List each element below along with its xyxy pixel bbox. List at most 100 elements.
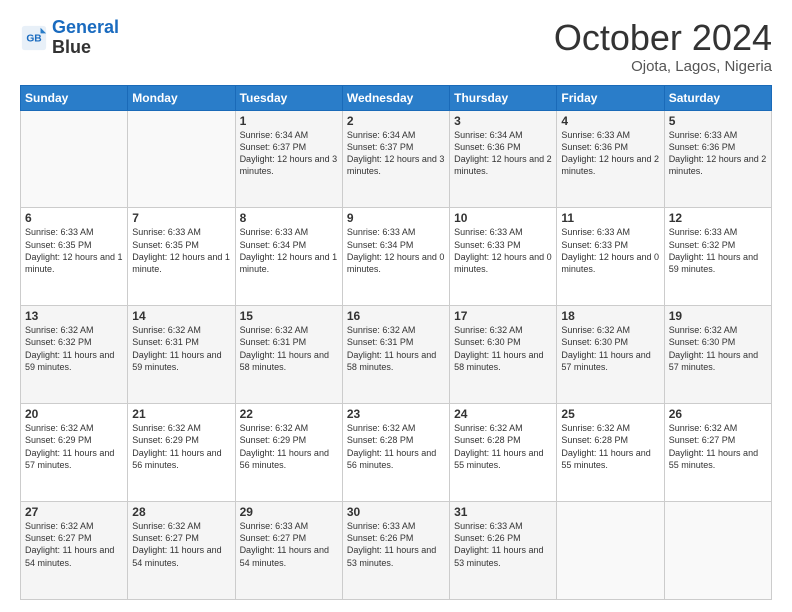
- calendar-cell: 20Sunrise: 6:32 AMSunset: 6:29 PMDayligh…: [21, 404, 128, 502]
- day-info: Sunrise: 6:34 AMSunset: 6:37 PMDaylight:…: [347, 129, 445, 178]
- day-info: Sunrise: 6:32 AMSunset: 6:30 PMDaylight:…: [561, 324, 659, 373]
- svg-text:GB: GB: [26, 34, 41, 45]
- weekday-header-row: SundayMondayTuesdayWednesdayThursdayFrid…: [21, 85, 772, 110]
- logo-icon: GB: [20, 24, 48, 52]
- day-info: Sunrise: 6:33 AMSunset: 6:35 PMDaylight:…: [25, 226, 123, 275]
- day-number: 31: [454, 505, 552, 519]
- calendar-cell: 7Sunrise: 6:33 AMSunset: 6:35 PMDaylight…: [128, 208, 235, 306]
- day-info: Sunrise: 6:32 AMSunset: 6:31 PMDaylight:…: [132, 324, 230, 373]
- logo-line1: General: [52, 17, 119, 37]
- day-info: Sunrise: 6:32 AMSunset: 6:29 PMDaylight:…: [240, 422, 338, 471]
- day-info: Sunrise: 6:32 AMSunset: 6:30 PMDaylight:…: [454, 324, 552, 373]
- month-title: October 2024: [554, 18, 772, 58]
- day-info: Sunrise: 6:34 AMSunset: 6:37 PMDaylight:…: [240, 129, 338, 178]
- day-info: Sunrise: 6:33 AMSunset: 6:33 PMDaylight:…: [561, 226, 659, 275]
- week-row-1: 1Sunrise: 6:34 AMSunset: 6:37 PMDaylight…: [21, 110, 772, 208]
- calendar-cell: [557, 502, 664, 600]
- day-number: 1: [240, 114, 338, 128]
- week-row-4: 20Sunrise: 6:32 AMSunset: 6:29 PMDayligh…: [21, 404, 772, 502]
- day-number: 15: [240, 309, 338, 323]
- calendar-cell: [128, 110, 235, 208]
- weekday-header-tuesday: Tuesday: [235, 85, 342, 110]
- weekday-header-sunday: Sunday: [21, 85, 128, 110]
- weekday-header-wednesday: Wednesday: [342, 85, 449, 110]
- calendar-cell: 27Sunrise: 6:32 AMSunset: 6:27 PMDayligh…: [21, 502, 128, 600]
- calendar-cell: 12Sunrise: 6:33 AMSunset: 6:32 PMDayligh…: [664, 208, 771, 306]
- logo: GB General Blue: [20, 18, 119, 58]
- calendar-cell: 28Sunrise: 6:32 AMSunset: 6:27 PMDayligh…: [128, 502, 235, 600]
- calendar-cell: 26Sunrise: 6:32 AMSunset: 6:27 PMDayligh…: [664, 404, 771, 502]
- calendar-cell: 1Sunrise: 6:34 AMSunset: 6:37 PMDaylight…: [235, 110, 342, 208]
- day-number: 5: [669, 114, 767, 128]
- day-info: Sunrise: 6:33 AMSunset: 6:34 PMDaylight:…: [347, 226, 445, 275]
- day-info: Sunrise: 6:32 AMSunset: 6:27 PMDaylight:…: [669, 422, 767, 471]
- logo-text: General Blue: [52, 18, 119, 58]
- day-number: 10: [454, 211, 552, 225]
- day-number: 7: [132, 211, 230, 225]
- day-info: Sunrise: 6:32 AMSunset: 6:32 PMDaylight:…: [25, 324, 123, 373]
- day-number: 23: [347, 407, 445, 421]
- calendar-cell: 3Sunrise: 6:34 AMSunset: 6:36 PMDaylight…: [450, 110, 557, 208]
- day-number: 6: [25, 211, 123, 225]
- day-number: 26: [669, 407, 767, 421]
- day-info: Sunrise: 6:32 AMSunset: 6:29 PMDaylight:…: [132, 422, 230, 471]
- calendar-cell: 29Sunrise: 6:33 AMSunset: 6:27 PMDayligh…: [235, 502, 342, 600]
- header: GB General Blue October 2024 Ojota, Lago…: [20, 18, 772, 75]
- day-number: 13: [25, 309, 123, 323]
- day-number: 18: [561, 309, 659, 323]
- day-info: Sunrise: 6:33 AMSunset: 6:32 PMDaylight:…: [669, 226, 767, 275]
- day-number: 12: [669, 211, 767, 225]
- calendar-cell: 22Sunrise: 6:32 AMSunset: 6:29 PMDayligh…: [235, 404, 342, 502]
- calendar-cell: 31Sunrise: 6:33 AMSunset: 6:26 PMDayligh…: [450, 502, 557, 600]
- calendar-cell: 10Sunrise: 6:33 AMSunset: 6:33 PMDayligh…: [450, 208, 557, 306]
- day-info: Sunrise: 6:32 AMSunset: 6:28 PMDaylight:…: [454, 422, 552, 471]
- day-number: 17: [454, 309, 552, 323]
- day-number: 16: [347, 309, 445, 323]
- day-number: 9: [347, 211, 445, 225]
- location: Ojota, Lagos, Nigeria: [554, 58, 772, 75]
- calendar-cell: [21, 110, 128, 208]
- calendar-cell: 5Sunrise: 6:33 AMSunset: 6:36 PMDaylight…: [664, 110, 771, 208]
- day-info: Sunrise: 6:33 AMSunset: 6:33 PMDaylight:…: [454, 226, 552, 275]
- day-info: Sunrise: 6:34 AMSunset: 6:36 PMDaylight:…: [454, 129, 552, 178]
- week-row-5: 27Sunrise: 6:32 AMSunset: 6:27 PMDayligh…: [21, 502, 772, 600]
- day-number: 27: [25, 505, 123, 519]
- page: GB General Blue October 2024 Ojota, Lago…: [0, 0, 792, 612]
- day-number: 25: [561, 407, 659, 421]
- calendar-cell: 23Sunrise: 6:32 AMSunset: 6:28 PMDayligh…: [342, 404, 449, 502]
- day-info: Sunrise: 6:32 AMSunset: 6:27 PMDaylight:…: [25, 520, 123, 569]
- day-number: 2: [347, 114, 445, 128]
- day-info: Sunrise: 6:32 AMSunset: 6:30 PMDaylight:…: [669, 324, 767, 373]
- weekday-header-thursday: Thursday: [450, 85, 557, 110]
- day-number: 8: [240, 211, 338, 225]
- day-number: 22: [240, 407, 338, 421]
- weekday-header-saturday: Saturday: [664, 85, 771, 110]
- week-row-3: 13Sunrise: 6:32 AMSunset: 6:32 PMDayligh…: [21, 306, 772, 404]
- day-info: Sunrise: 6:33 AMSunset: 6:26 PMDaylight:…: [454, 520, 552, 569]
- day-info: Sunrise: 6:32 AMSunset: 6:27 PMDaylight:…: [132, 520, 230, 569]
- calendar-cell: 6Sunrise: 6:33 AMSunset: 6:35 PMDaylight…: [21, 208, 128, 306]
- day-number: 30: [347, 505, 445, 519]
- day-info: Sunrise: 6:33 AMSunset: 6:26 PMDaylight:…: [347, 520, 445, 569]
- calendar-cell: 24Sunrise: 6:32 AMSunset: 6:28 PMDayligh…: [450, 404, 557, 502]
- calendar-cell: 21Sunrise: 6:32 AMSunset: 6:29 PMDayligh…: [128, 404, 235, 502]
- calendar-cell: 2Sunrise: 6:34 AMSunset: 6:37 PMDaylight…: [342, 110, 449, 208]
- day-info: Sunrise: 6:32 AMSunset: 6:31 PMDaylight:…: [240, 324, 338, 373]
- day-info: Sunrise: 6:33 AMSunset: 6:36 PMDaylight:…: [669, 129, 767, 178]
- calendar-cell: 19Sunrise: 6:32 AMSunset: 6:30 PMDayligh…: [664, 306, 771, 404]
- calendar-cell: 18Sunrise: 6:32 AMSunset: 6:30 PMDayligh…: [557, 306, 664, 404]
- weekday-header-monday: Monday: [128, 85, 235, 110]
- day-info: Sunrise: 6:33 AMSunset: 6:27 PMDaylight:…: [240, 520, 338, 569]
- calendar-cell: 25Sunrise: 6:32 AMSunset: 6:28 PMDayligh…: [557, 404, 664, 502]
- calendar-cell: [664, 502, 771, 600]
- day-number: 29: [240, 505, 338, 519]
- week-row-2: 6Sunrise: 6:33 AMSunset: 6:35 PMDaylight…: [21, 208, 772, 306]
- calendar-cell: 15Sunrise: 6:32 AMSunset: 6:31 PMDayligh…: [235, 306, 342, 404]
- day-number: 24: [454, 407, 552, 421]
- day-info: Sunrise: 6:32 AMSunset: 6:31 PMDaylight:…: [347, 324, 445, 373]
- day-info: Sunrise: 6:32 AMSunset: 6:28 PMDaylight:…: [347, 422, 445, 471]
- day-number: 19: [669, 309, 767, 323]
- calendar-cell: 16Sunrise: 6:32 AMSunset: 6:31 PMDayligh…: [342, 306, 449, 404]
- day-number: 4: [561, 114, 659, 128]
- calendar-cell: 11Sunrise: 6:33 AMSunset: 6:33 PMDayligh…: [557, 208, 664, 306]
